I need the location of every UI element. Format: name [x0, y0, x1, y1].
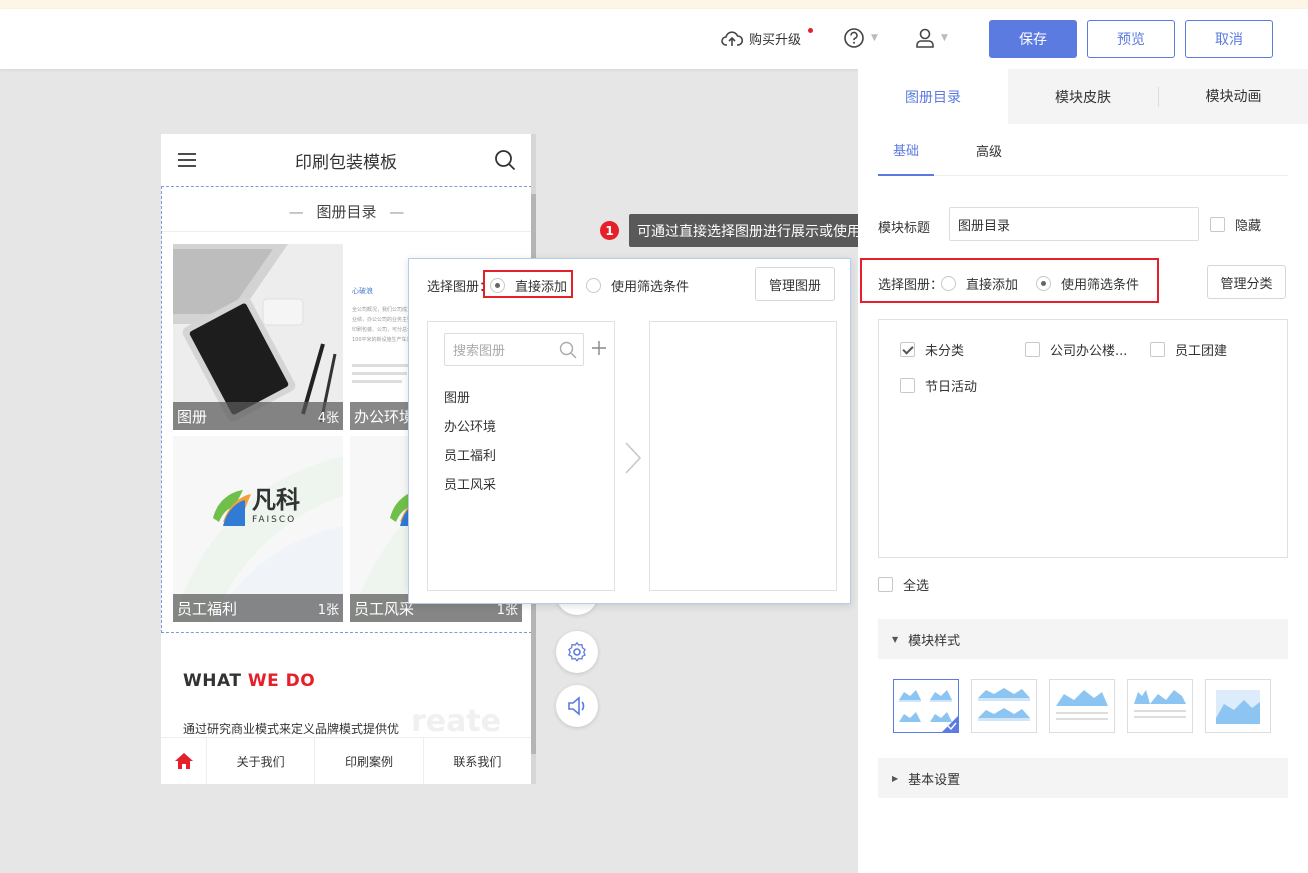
module-title-input[interactable]: 图册目录 [949, 207, 1199, 241]
album-caption: 图册 4张 [173, 402, 343, 430]
style-option-3[interactable] [1049, 679, 1115, 733]
tab-module-animation[interactable]: 模块动画 [1158, 86, 1308, 107]
speaker-icon [568, 696, 585, 716]
album-list-item[interactable]: 图册 [444, 387, 470, 406]
section-heading: WHAT WE DO [183, 671, 316, 691]
cloud-upload-icon [721, 30, 743, 46]
gear-icon [568, 641, 586, 662]
add-icon[interactable] [592, 341, 606, 355]
chevron-right-icon[interactable] [624, 441, 642, 475]
notice-strip [0, 0, 1308, 9]
selected-albums-list [649, 321, 837, 591]
subtab-basic[interactable]: 基础 [878, 124, 935, 176]
style-preview-image [1216, 690, 1260, 724]
phone-footer-nav: 关于我们 印刷案例 联系我们 [161, 737, 531, 784]
menu-icon[interactable] [178, 152, 196, 168]
style-preview-image [899, 690, 958, 732]
preview-button[interactable]: 预览 [1087, 20, 1175, 58]
highlight-box [483, 270, 573, 298]
style-preview-image [1056, 690, 1108, 720]
cancel-button[interactable]: 取消 [1185, 20, 1273, 58]
radio-direct-add[interactable]: 直接添加 [941, 274, 1018, 293]
top-toolbar: 购买升级 ▼ ▼ 保存 预览 取消 [0, 9, 1308, 69]
radio-use-filter[interactable]: 使用筛选条件 [1036, 274, 1139, 293]
module-title-label: 模块标题 [878, 221, 931, 236]
sub-tabs: 基础 高级 [878, 124, 1288, 176]
panel-tabs: 图册目录 模块皮肤 模块动画 [858, 69, 1308, 124]
category-holiday[interactable]: 节日活动 [900, 376, 977, 395]
category-uncategorized[interactable]: 未分类 [900, 340, 964, 359]
available-albums-list: 搜索图册 图册 办公环境 员工福利 员工风采 [427, 321, 615, 591]
save-button[interactable]: 保存 [989, 20, 1077, 58]
step-badge: 1 [600, 221, 619, 240]
help-icon [844, 28, 864, 48]
section-description: 通过研究商业模式来定义品牌模式提供优 [183, 722, 400, 736]
subtab-advanced[interactable]: 高级 [976, 124, 1002, 176]
watermark-text: reate [411, 704, 502, 739]
search-icon[interactable] [494, 149, 516, 171]
album-list-item[interactable]: 员工福利 [444, 445, 496, 464]
style-option-2[interactable] [971, 679, 1037, 733]
footer-home[interactable] [161, 738, 206, 784]
radio-use-filter[interactable]: 使用筛选条件 [586, 276, 689, 295]
buy-upgrade-button[interactable]: 购买升级 [721, 29, 801, 48]
checkbox[interactable] [900, 378, 915, 393]
basic-settings-section[interactable]: ▶ 基本设置 [878, 758, 1288, 798]
checkbox[interactable] [1150, 342, 1165, 357]
checkbox[interactable] [900, 342, 915, 357]
style-option-1[interactable] [893, 679, 959, 733]
phone-title: 印刷包装模板 [295, 152, 397, 173]
footer-about[interactable]: 关于我们 [206, 738, 314, 784]
category-team-building[interactable]: 员工团建 [1150, 340, 1227, 359]
phone-header: 印刷包装模板 [161, 134, 531, 186]
checkbox[interactable] [1025, 342, 1040, 357]
module-style-section[interactable]: ▼ 模块样式 [878, 619, 1288, 659]
radio-button[interactable] [586, 278, 601, 293]
notification-dot [808, 28, 813, 33]
style-option-4[interactable] [1127, 679, 1193, 733]
tab-module-skin[interactable]: 模块皮肤 [1008, 69, 1158, 124]
search-album-input[interactable]: 搜索图册 [444, 333, 584, 366]
manage-category-button[interactable]: 管理分类 [1207, 265, 1286, 299]
home-icon [174, 753, 193, 769]
settings-tool-button[interactable] [556, 631, 598, 673]
radio-button[interactable] [1036, 276, 1051, 291]
buy-upgrade-label: 购买升级 [749, 33, 802, 48]
style-option-5[interactable] [1205, 679, 1271, 733]
settings-panel: 图册目录 模块皮肤 模块动画 基础 高级 模块标题 图册目录 隐藏 选择图册： … [858, 69, 1308, 873]
category-office[interactable]: 公司办公楼... [1025, 340, 1127, 359]
album-list-item[interactable]: 员工风采 [444, 474, 496, 493]
album-card[interactable]: 凡科 FAISCO 员工福利 1张 [173, 436, 343, 622]
faisco-logo: 凡科 FAISCO [252, 486, 300, 525]
checkbox[interactable] [878, 577, 893, 592]
album-caption: 员工福利 1张 [173, 594, 343, 622]
album-list-item[interactable]: 办公环境 [444, 416, 496, 435]
caret-down-icon: ▼ [892, 634, 899, 644]
radio-button[interactable] [941, 276, 956, 291]
checkbox[interactable] [1210, 217, 1225, 232]
help-menu[interactable]: ▼ [843, 27, 878, 49]
chevron-down-icon: ▼ [871, 33, 878, 43]
chevron-down-icon: ▼ [941, 33, 948, 43]
tab-album-catalog[interactable]: 图册目录 [858, 69, 1008, 124]
footer-contact[interactable]: 联系我们 [422, 738, 531, 784]
manage-album-button[interactable]: 管理图册 [755, 267, 835, 301]
select-album-label: 选择图册： [878, 278, 944, 293]
album-card[interactable]: 图册 4张 [173, 244, 343, 430]
category-list: 未分类 公司办公楼... 员工团建 节日活动 [878, 319, 1288, 558]
module-title: — 图册目录 — [288, 203, 405, 221]
album-picker-popup: 选择图册： 直接添加 使用筛选条件 管理图册 搜索图册 图册 办公环境 员工福利… [408, 258, 851, 604]
select-all-checkbox[interactable]: 全选 [878, 575, 929, 594]
footer-cases[interactable]: 印刷案例 [314, 738, 422, 784]
search-icon [559, 341, 577, 359]
caret-right-icon: ▶ [892, 773, 899, 783]
announce-tool-button[interactable] [556, 685, 598, 727]
hide-checkbox[interactable]: 隐藏 [1210, 215, 1261, 234]
user-icon [916, 28, 934, 48]
user-menu[interactable]: ▼ [915, 27, 948, 49]
style-preview-image [1134, 690, 1186, 718]
style-preview-image [978, 688, 1030, 721]
